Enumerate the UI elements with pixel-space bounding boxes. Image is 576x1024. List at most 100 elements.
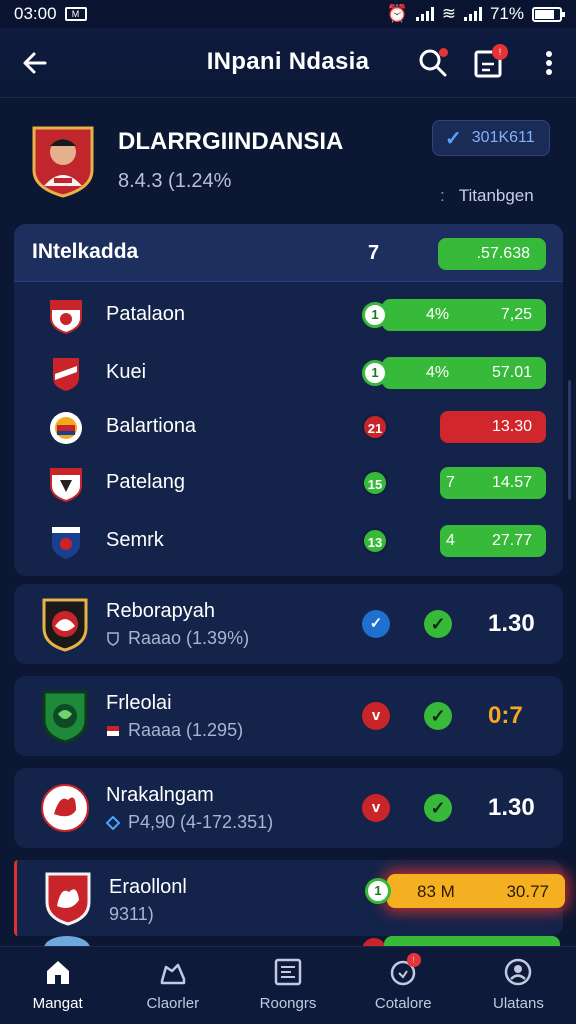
team-sub: Raaao (1.39%) — [106, 628, 249, 649]
check-icon[interactable]: ✓ — [424, 794, 452, 822]
row-name: Balartiona — [106, 415, 197, 437]
team-sub: P4,90 (4-172.351) — [106, 812, 273, 833]
wifi-icon: ≋ — [441, 4, 456, 23]
list-item[interactable]: Balartiona 13.30 21 — [14, 398, 563, 456]
nav-label: Mangat — [32, 995, 83, 1012]
group-header[interactable]: INtelkadda 7 .57.638 — [14, 224, 563, 282]
team-score: 0:7 — [488, 702, 523, 729]
profile-header: DLARRGIINDANSIA 8.4.3 (1.24% ✓ 301K611 :… — [0, 98, 576, 218]
row-value: 57.01 — [491, 364, 532, 381]
row-value: 13.30 — [491, 418, 532, 435]
profile-subtitle: 8.4.3 (1.24% — [118, 170, 232, 192]
nav-label: Roongrs — [259, 995, 317, 1012]
row-pct: 4% — [426, 364, 450, 381]
rank-badge: 21 — [362, 414, 388, 440]
scoreboard-icon — [274, 958, 302, 986]
verified-value: 301K611 — [471, 129, 535, 146]
team-name: Eraollonl — [109, 876, 187, 898]
list-item[interactable]: Kuei 4% 57.01 1 — [14, 344, 563, 402]
profile-tag-label: Titanbgen — [458, 186, 534, 205]
team-name: Reborapyah — [106, 600, 215, 622]
nav-label: Cotalore — [374, 995, 432, 1012]
calendar-badge: ! — [492, 44, 508, 60]
group-total-pill: .57.638 — [438, 238, 546, 270]
club-crest-icon — [52, 527, 80, 559]
team-card[interactable]: Frleolai Raaaa (1.295) v ✓ 0:7 — [14, 676, 563, 756]
team-card[interactable]: Nrakalngam P4,90 (4-172.351) v ✓ 1.30 — [14, 768, 563, 848]
rank-badge: 15 — [362, 470, 388, 496]
row-value: 27.77 — [491, 532, 532, 549]
club-crest-icon — [53, 358, 79, 391]
search-alert-dot — [439, 48, 448, 57]
group-title: INtelkadda — [32, 240, 139, 263]
diamond-icon — [106, 816, 120, 830]
row-pct: 4% — [426, 306, 450, 323]
check-icon[interactable]: ✓ — [424, 610, 452, 638]
team-sub-text: Raaaa (1.295) — [128, 720, 244, 740]
featured-pct: 83 M — [417, 882, 455, 901]
signal-icon — [415, 7, 434, 21]
chevron-down-icon[interactable]: v — [362, 702, 390, 730]
value-bar: 13.30 — [440, 411, 546, 443]
row-name: Patelang — [106, 471, 185, 493]
row-pct: 4 — [446, 532, 455, 549]
team-card[interactable]: Reborapyah Raaao (1.39%) ✓ ✓ 1.30 — [14, 584, 563, 664]
status-bar: 03:00 M ⏰ ≋ 71% — [0, 0, 576, 28]
battery-percent: 71% — [489, 4, 524, 23]
shield-icon — [107, 632, 119, 646]
nav-item-ulatans[interactable]: Ulatans — [461, 947, 576, 1024]
app-bar: INpani Ndasia ! — [0, 28, 576, 98]
row-value: 7,25 — [500, 306, 532, 323]
verified-chip[interactable]: ✓ 301K611 — [432, 120, 550, 156]
rank-badge: 13 — [362, 528, 388, 554]
featured-value: 30.77 — [506, 882, 549, 901]
check-icon: ✓ — [445, 127, 462, 150]
avatar[interactable] — [30, 124, 96, 198]
list-item[interactable]: Patelang 7 14.57 15 — [14, 454, 563, 512]
nav-item-claorler[interactable]: Claorler — [115, 947, 230, 1024]
club-crest-icon — [50, 300, 82, 334]
notification-badge: ! — [406, 953, 421, 967]
list-item[interactable]: Patalaon 4% 7,25 1 — [14, 286, 563, 344]
value-bar: 4% 57.01 — [382, 357, 546, 389]
featured-team-card[interactable]: Eraollonl 9311) 83 M 30.77 1 — [14, 860, 565, 936]
scrollbar[interactable] — [568, 380, 571, 500]
list-item[interactable]: Semrk 4 27.77 13 — [14, 512, 563, 570]
rank-badge: 1 — [365, 878, 391, 904]
nav-item-roongrs[interactable]: Roongrs — [230, 947, 345, 1024]
flag-icon — [107, 726, 119, 736]
profile-icon — [505, 958, 532, 986]
rank-badge: 1 — [362, 360, 388, 386]
profile-tag: : Titanbgen — [440, 186, 534, 206]
value-bar: 4 27.77 — [440, 525, 546, 557]
team-sub: 9311) — [109, 904, 154, 924]
team-name: Nrakalngam — [106, 784, 214, 806]
team-score: 1.30 — [488, 610, 535, 637]
club-crest-icon — [50, 468, 82, 502]
shoe-icon — [160, 963, 186, 985]
check-icon[interactable]: ✓ — [424, 702, 452, 730]
group-count: 7 — [368, 242, 380, 264]
group-card: INtelkadda 7 .57.638 Patalaon 4% 7,25 1 … — [14, 224, 563, 576]
team-crest-icon — [41, 784, 89, 832]
bullet-icon: : — [440, 186, 445, 205]
nav-item-cotalore[interactable]: ! Cotalore — [346, 947, 461, 1024]
alarm-icon: ⏰ — [386, 4, 408, 23]
row-name: Semrk — [106, 529, 164, 551]
more-options-icon[interactable] — [532, 46, 566, 80]
team-crest-icon — [42, 598, 88, 652]
row-value: 14.57 — [491, 474, 532, 491]
chevron-down-icon[interactable]: v — [362, 794, 390, 822]
nav-label: Ulatans — [492, 995, 544, 1012]
value-bar: 7 14.57 — [440, 467, 546, 499]
shield-check-icon[interactable]: ✓ — [362, 610, 390, 638]
nav-item-home[interactable]: Mangat — [0, 947, 115, 1024]
bottom-nav: Mangat Claorler Roongrs ! Cotalore Ulata… — [0, 946, 576, 1024]
team-sub: Raaaa (1.295) — [106, 720, 243, 741]
home-icon — [46, 961, 69, 984]
highlight-bar: 83 M 30.77 — [387, 874, 565, 908]
battery-icon — [532, 6, 565, 22]
team-sub-text: P4,90 (4-172.351) — [128, 812, 274, 832]
team-crest-icon — [45, 872, 91, 926]
profile-name: DLARRGIINDANSIA — [118, 128, 344, 155]
